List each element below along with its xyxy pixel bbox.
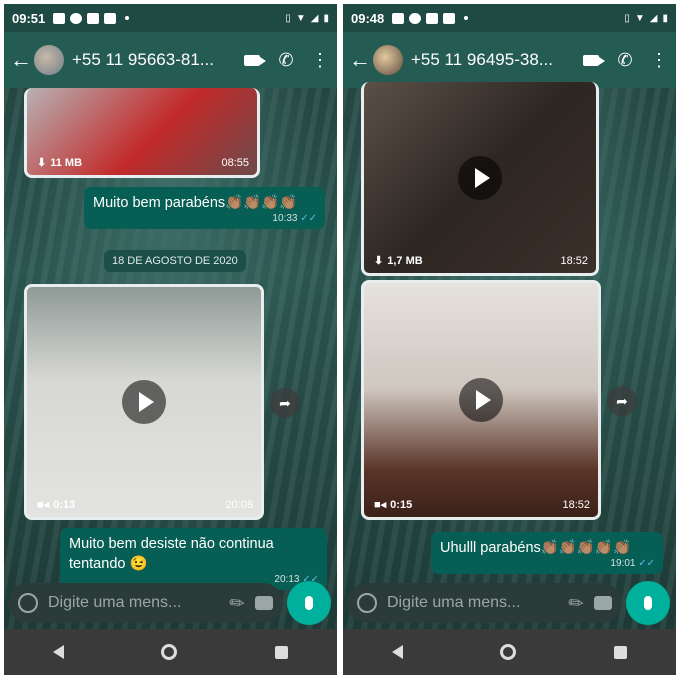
nav-home-icon[interactable] [161,644,178,660]
message-time: 08:55 [221,157,249,169]
vibrate-icon: ▯ [624,12,630,24]
image-icon [53,12,66,24]
message-input[interactable]: Digite uma mens... ✎ [347,583,622,623]
notification-dot-icon [125,16,130,20]
instagram-icon [409,12,422,24]
notification-dot-icon [464,16,469,20]
mic-button[interactable] [287,581,331,625]
message-input[interactable]: Digite uma mens... ✎ [8,583,283,623]
play-icon[interactable] [459,378,503,422]
chat-header: ← +55 11 95663-81... ✆ ⋮ [4,32,337,88]
video-message[interactable]: ■◂ 0:13 20:08 [24,284,264,520]
attach-icon[interactable]: ✎ [225,590,250,616]
phone-screenshot-left: 09:51 ▯ ▼ ◢ ▮ ← +55 11 95663-81... ✆ ⋮ ⬇ 11 … [4,4,337,675]
forward-icon[interactable]: ➦ [607,386,637,416]
avatar[interactable] [373,45,403,75]
wifi-icon: ▼ [295,12,306,24]
contact-name[interactable]: +55 11 95663-81... [72,50,235,70]
read-ticks-icon: ✓✓ [638,558,655,569]
battery-icon: ▮ [662,12,668,24]
image-icon [392,12,405,24]
video-camera-icon: ■◂ [374,499,387,511]
phone-call-icon[interactable]: ✆ [608,50,642,71]
message-time: 20:13 [274,574,300,585]
youtube-icon [426,12,439,24]
video-size: 11 MB [50,156,83,169]
youtube-icon [87,12,100,24]
back-arrow-icon[interactable]: ← [347,47,373,73]
message-time: 19:01 [610,558,636,569]
message-time: 20:08 [225,499,253,511]
phone-screenshot-right: 09:48 ▯ ▼ ◢ ▮ ← +55 11 96495-38... ✆ ⋮ ⬇ 1,7… [343,4,676,675]
message-bubble[interactable]: Uhulll parabéns👏🏽👏🏽👏🏽👏🏽👏🏽 19:01 ✓✓ [431,532,663,574]
more-options-icon[interactable]: ⋮ [642,50,676,71]
status-time: 09:51 [12,10,46,26]
phone-call-icon[interactable]: ✆ [269,50,303,71]
status-bar: 09:51 ▯ ▼ ◢ ▮ [4,4,337,32]
emoji-icon[interactable] [357,593,377,613]
video-message[interactable]: ⬇ 11 MB 08:55 [24,88,260,178]
nav-back-icon[interactable] [52,645,64,659]
vibrate-icon: ▯ [285,12,291,24]
message-time: 18:52 [562,499,590,511]
signal-icon: ◢ [310,12,319,24]
play-icon[interactable] [122,380,166,424]
message-text: Muito bem parabéns👏🏽👏🏽👏🏽👏🏽 [93,195,298,211]
input-placeholder: Digite uma mens... [387,594,521,611]
video-message[interactable]: ■◂ 0:15 18:52 [361,280,601,520]
youtube-icon [104,12,117,24]
instagram-icon [70,12,83,24]
input-placeholder: Digite uma mens... [48,594,182,611]
camera-icon[interactable] [594,596,612,610]
signal-icon: ◢ [649,12,658,24]
nav-recents-icon[interactable] [275,645,289,659]
video-call-icon[interactable] [574,50,608,71]
youtube-icon [443,12,456,24]
video-duration: 0:13 [53,498,76,511]
avatar[interactable] [34,45,64,75]
more-options-icon[interactable]: ⋮ [303,50,337,71]
android-nav-bar [343,629,676,675]
date-chip: 18 DE AGOSTO DE 2020 [104,250,246,272]
message-bubble[interactable]: Muito bem parabéns👏🏽👏🏽👏🏽👏🏽 10:33 ✓✓ [84,187,325,229]
status-bar: 09:48 ▯ ▼ ◢ ▮ [343,4,676,32]
attach-icon[interactable]: ✎ [564,590,589,616]
android-nav-bar [4,629,337,675]
download-icon[interactable]: ⬇ [374,254,383,267]
video-duration: 0:15 [390,498,413,511]
battery-icon: ▮ [323,12,329,24]
mic-button[interactable] [626,581,670,625]
mic-icon [305,596,313,610]
video-message[interactable]: ⬇ 1,7 MB 18:52 [361,82,599,276]
nav-recents-icon[interactable] [614,645,628,659]
video-camera-icon: ■◂ [37,499,50,511]
forward-icon[interactable]: ➦ [270,388,300,418]
nav-back-icon[interactable] [391,645,403,659]
message-text: Uhulll parabéns👏🏽👏🏽👏🏽👏🏽👏🏽 [440,540,632,556]
nav-home-icon[interactable] [500,644,517,660]
message-text: Muito bem desiste não continua tentando … [69,536,274,572]
read-ticks-icon: ✓✓ [300,213,317,224]
wifi-icon: ▼ [634,12,645,24]
message-bubble[interactable]: Muito bem desiste não continua tentando … [60,528,327,590]
camera-icon[interactable] [255,596,273,610]
contact-name[interactable]: +55 11 96495-38... [411,50,574,70]
video-call-icon[interactable] [235,50,269,71]
play-icon[interactable] [458,155,502,200]
message-time: 18:52 [560,255,588,267]
message-time: 10:33 [272,213,298,224]
video-size: 1,7 MB [387,254,423,267]
download-icon[interactable]: ⬇ [37,156,46,169]
chat-header: ← +55 11 96495-38... ✆ ⋮ [343,32,676,88]
back-arrow-icon[interactable]: ← [8,47,34,73]
emoji-icon[interactable] [18,593,38,613]
status-time: 09:48 [351,10,385,26]
mic-icon [644,596,652,610]
